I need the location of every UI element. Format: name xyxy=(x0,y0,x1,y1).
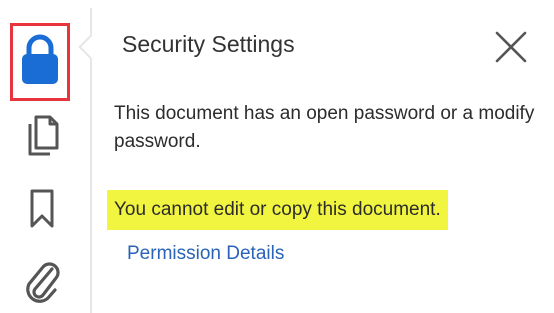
left-icon-rail xyxy=(0,0,90,313)
bookmark-icon xyxy=(28,188,56,235)
pages-icon xyxy=(24,114,60,163)
close-icon xyxy=(495,31,527,68)
attachments-button[interactable] xyxy=(18,258,66,308)
permission-details-link[interactable]: Permission Details xyxy=(127,243,284,265)
bookmarks-button[interactable] xyxy=(20,186,64,236)
security-lock-button[interactable] xyxy=(10,23,70,101)
panel-title: Security Settings xyxy=(122,31,295,57)
restriction-notice: You cannot edit or copy this document. xyxy=(107,190,448,230)
lock-icon xyxy=(20,32,60,93)
security-settings-window: Security Settings This document has an o… xyxy=(0,0,554,313)
paperclip-icon xyxy=(22,259,62,308)
security-description: This document has an open password or a … xyxy=(114,103,535,152)
close-panel-button[interactable] xyxy=(490,28,532,70)
page-thumbnails-button[interactable] xyxy=(20,112,64,164)
